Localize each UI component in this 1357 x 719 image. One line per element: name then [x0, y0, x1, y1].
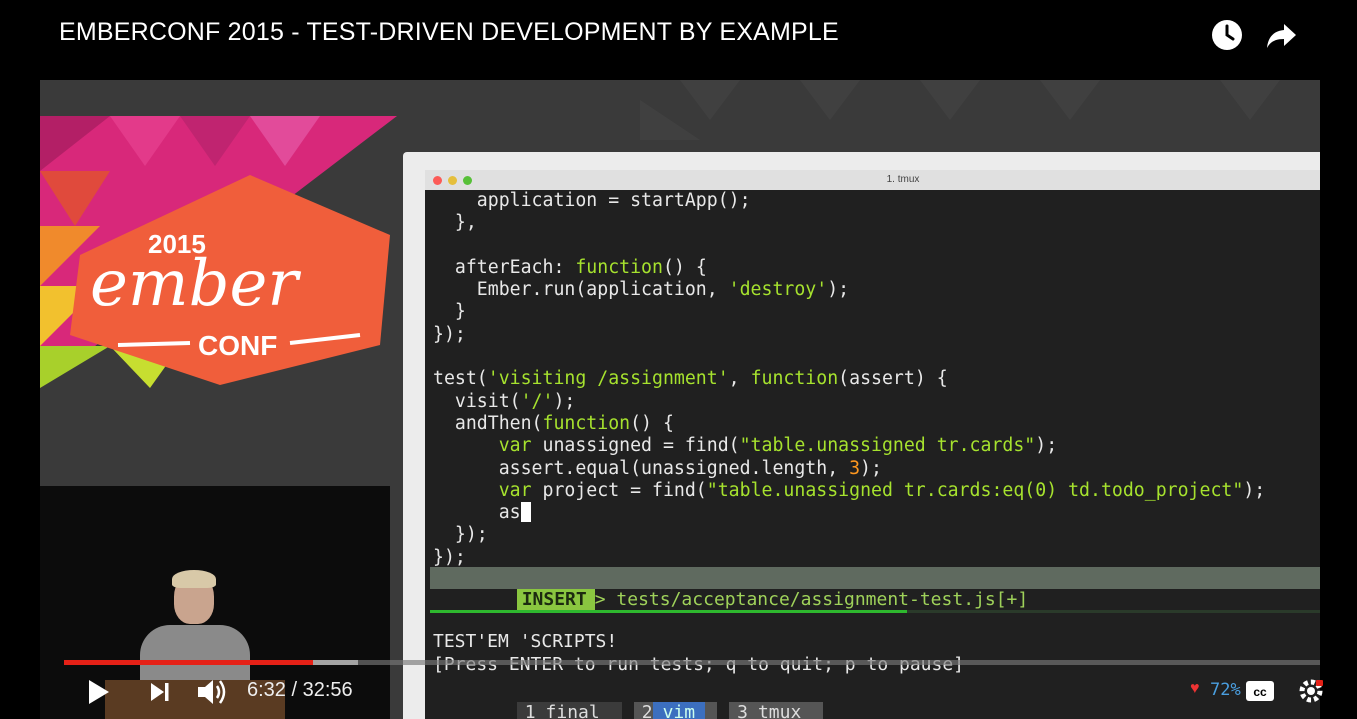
code-editor[interactable]: application = startApp(); }, afterEach: …	[433, 190, 1265, 569]
watch-later-icon[interactable]	[1210, 18, 1244, 52]
code-line: });	[433, 546, 466, 568]
tmux-tab-num: 2	[641, 702, 653, 719]
terminal-screen[interactable]: application = startApp(); }, afterEach: …	[425, 190, 1320, 719]
time-display: 6:32 / 32:56	[247, 679, 353, 702]
svg-text:cc: cc	[1253, 685, 1267, 699]
tmux-tab-final[interactable]: 1 final	[516, 702, 622, 719]
tmux-tab-tmux[interactable]: 3 tmux	[729, 702, 824, 719]
tmux-tab-name: vim	[652, 702, 706, 719]
captions-icon[interactable]: cc	[1245, 680, 1275, 702]
code-line: assert.equal(unassigned.length, 3);	[433, 457, 882, 479]
settings-icon[interactable]	[1298, 678, 1324, 704]
vim-file-path: > tests/acceptance/assignment-test.js[+]	[594, 589, 1029, 610]
code-line: },	[433, 212, 477, 234]
tmux-tab-bar: 1 final 2 vim 3 tmux	[430, 680, 835, 719]
video-title[interactable]: EMBERCONF 2015 - TEST-DRIVEN DEVELOPMENT…	[59, 18, 839, 47]
test-progress-fill	[430, 610, 907, 613]
code-line: var unassigned = find("table.unassigned …	[498, 435, 1058, 457]
next-icon[interactable]	[148, 680, 172, 704]
heart-icon: ♥	[1190, 680, 1200, 697]
code-line: }	[433, 301, 466, 323]
code-line: });	[433, 323, 466, 345]
code-line: application = startApp();	[433, 190, 751, 211]
logo-word: ember	[90, 247, 301, 321]
tmux-tab-num: 1	[524, 702, 536, 719]
tmux-tab-num: 3	[737, 702, 748, 719]
video-frame[interactable]: 2015 ember CONF 1. tmux application = st…	[40, 80, 1320, 719]
code-line: });	[433, 524, 488, 546]
code-line: var project = find("table.unassigned tr.…	[498, 479, 1266, 501]
code-line: visit('/');	[433, 390, 576, 412]
tmux-status-percent: 72%	[1210, 680, 1241, 700]
testem-output: TEST'EM 'SCRIPTS![Press ENTER to run tes…	[433, 630, 964, 676]
text-cursor	[520, 502, 531, 523]
code-line: Ember.run(application, 'destroy');	[433, 279, 850, 301]
code-line: test('visiting /assignment', function(as…	[433, 368, 948, 390]
emberconf-logo: 2015 ember CONF	[70, 175, 390, 385]
vim-mode-badge: INSERT	[516, 589, 595, 611]
code-line: andThen(function() {	[433, 412, 674, 434]
terminal-title: 1. tmux	[886, 174, 920, 185]
video-title-bar: EMBERCONF 2015 - TEST-DRIVEN DEVELOPMENT…	[0, 0, 1357, 78]
test-progress-bar	[430, 610, 1320, 613]
volume-icon[interactable]	[196, 676, 230, 708]
speaker-hair	[172, 570, 216, 588]
progress-played	[64, 660, 313, 665]
vim-statusline: INSERT > tests/acceptance/assignment-test…	[430, 567, 1320, 611]
logo-sub: CONF	[198, 330, 277, 361]
share-icon[interactable]	[1264, 18, 1298, 52]
duration: 32:56	[302, 679, 353, 701]
tmux-tab-name: tmux	[757, 702, 802, 719]
current-time: 6:32	[247, 679, 286, 701]
terminal-window: 1. tmux application = startApp(); }, aft…	[403, 152, 1320, 719]
tmux-tab-name: final	[545, 702, 600, 719]
play-icon[interactable]	[86, 678, 112, 706]
tmux-tab-vim[interactable]: 2 vim	[633, 702, 718, 719]
testem-title: TEST'EM 'SCRIPTS!	[433, 631, 618, 652]
code-line: as	[433, 502, 531, 523]
code-line: afterEach: function() {	[433, 256, 707, 278]
time-separator: /	[285, 679, 303, 701]
